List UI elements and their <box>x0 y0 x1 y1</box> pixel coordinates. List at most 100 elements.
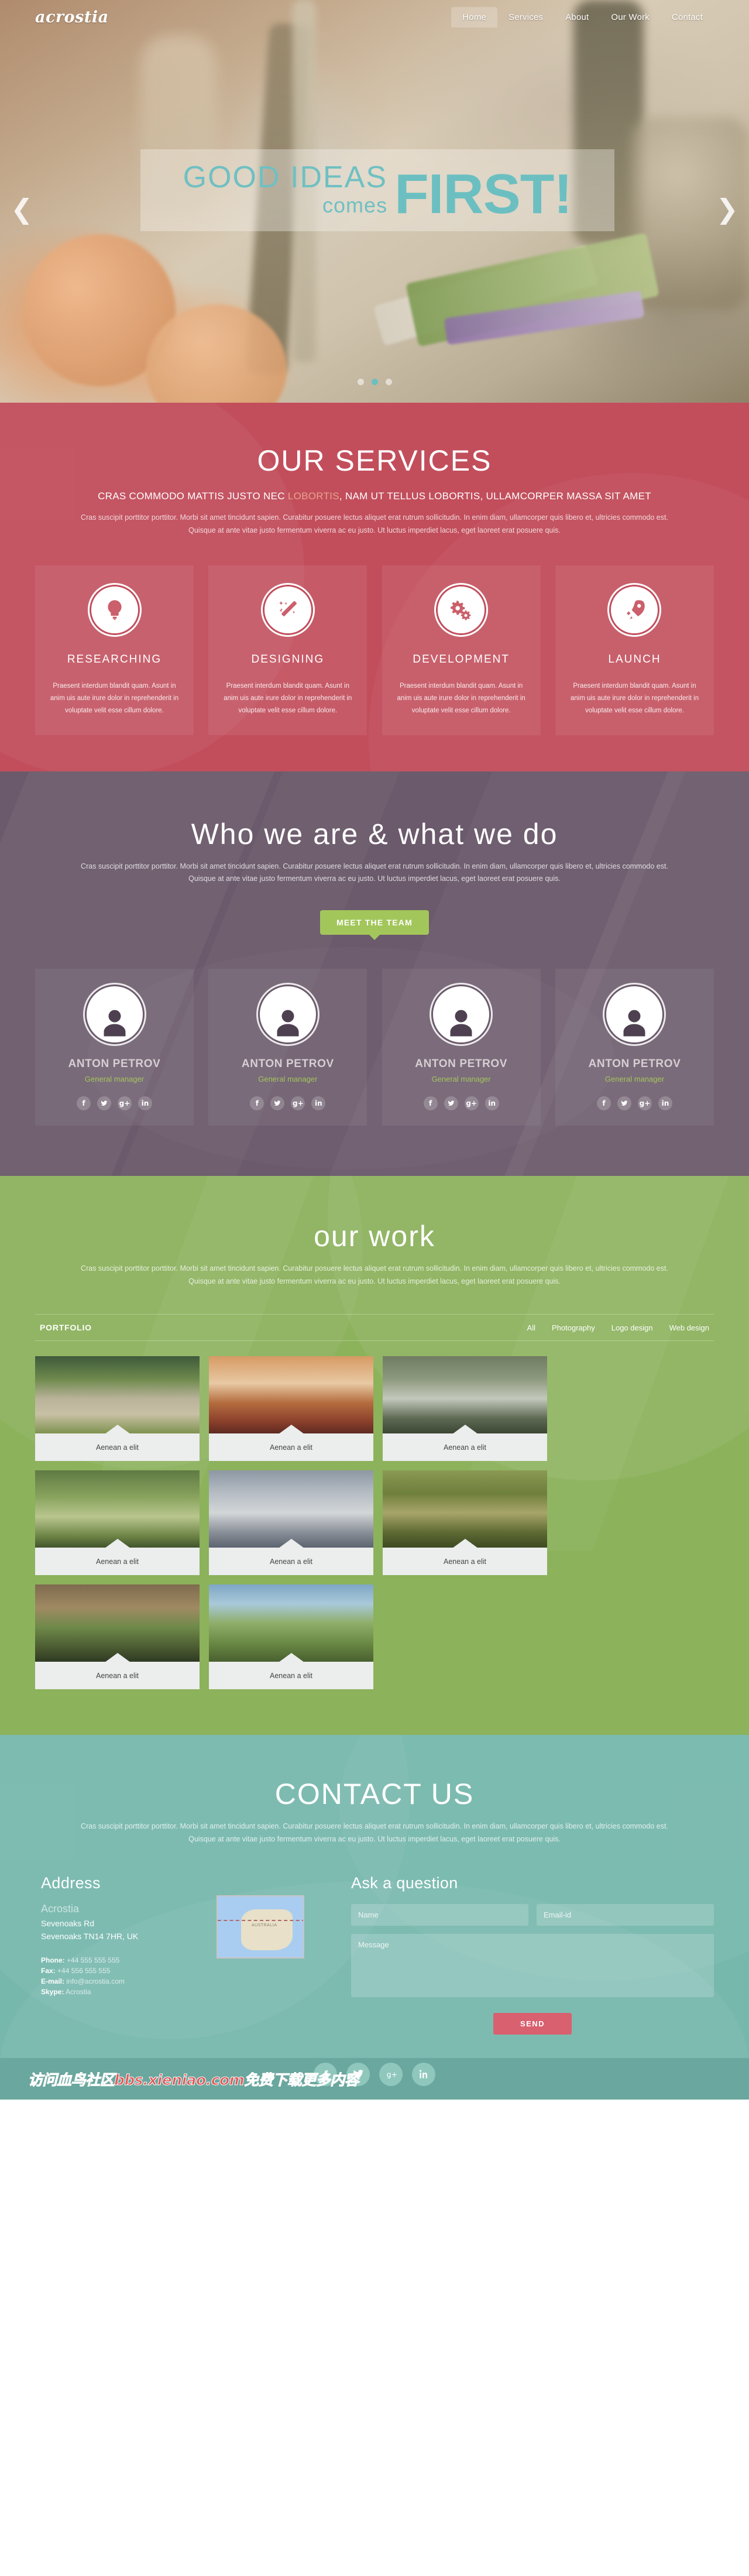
service-text: Praesent interdum blandit quam. Asunt in… <box>50 682 179 715</box>
nav-item-home[interactable]: Home <box>451 6 498 28</box>
google-plus-icon[interactable]: g+ <box>291 1096 305 1111</box>
fax-label: Fax: <box>41 1966 56 1975</box>
twitter-icon[interactable] <box>617 1096 631 1111</box>
watermark-text: 访问血鸟社区bbs.xieniao.com免费下载更多内容 <box>28 2071 359 2088</box>
form-heading: Ask a question <box>351 1874 458 1892</box>
contact-paragraph: Cras suscipit porttitor porttitor. Morbi… <box>81 1822 668 1843</box>
magic-wand-icon <box>264 586 311 633</box>
site-logo[interactable]: acrostia <box>35 8 109 26</box>
team-member-card[interactable]: ANTON PETROV General manager f g+ in <box>382 969 541 1126</box>
team-member-card[interactable]: ANTON PETROV General manager f g+ in <box>555 969 714 1126</box>
slider-dot-1[interactable] <box>357 379 364 385</box>
team-member-card[interactable]: ANTON PETROV General manager f g+ in <box>208 969 367 1126</box>
google-plus-icon[interactable]: g+ <box>637 1096 652 1111</box>
email-input[interactable] <box>537 1903 714 1926</box>
skype-value: Acrostia <box>66 1987 91 1996</box>
linkedin-icon[interactable]: in <box>658 1096 672 1111</box>
portfolio-thumbnail[interactable] <box>209 1356 373 1434</box>
linkedin-icon[interactable]: in <box>485 1096 499 1111</box>
linkedin-icon[interactable]: in <box>311 1096 326 1111</box>
team-section: Who we are & what we do Cras suscipit po… <box>0 771 749 1176</box>
portfolio-item[interactable]: Aenean a elit <box>383 1470 547 1576</box>
facebook-icon[interactable]: f <box>250 1096 264 1111</box>
member-socials: f g+ in <box>566 1096 703 1111</box>
work-paragraph: Cras suscipit porttitor porttitor. Morbi… <box>81 1264 668 1286</box>
filter-web-design[interactable]: Web design <box>669 1323 709 1332</box>
portfolio-filters: All Photography Logo design Web design <box>527 1323 709 1332</box>
twitter-icon[interactable] <box>270 1096 285 1111</box>
contact-section: CONTACT US Cras suscipit porttitor portt… <box>0 1735 749 2058</box>
filter-all[interactable]: All <box>527 1323 535 1332</box>
portfolio-item[interactable]: Aenean a elit <box>209 1356 373 1462</box>
skype-row: Skype: Acrostia <box>41 1988 339 1996</box>
filter-logo-design[interactable]: Logo design <box>611 1323 653 1332</box>
portfolio-item[interactable]: Aenean a elit <box>209 1584 373 1690</box>
message-textarea[interactable] <box>351 1933 714 1997</box>
team-title: Who we are & what we do <box>191 817 558 850</box>
filter-photography[interactable]: Photography <box>552 1323 595 1332</box>
portfolio-thumbnail[interactable] <box>209 1584 373 1662</box>
portfolio-thumbnail[interactable] <box>209 1470 373 1548</box>
slider-dot-2[interactable] <box>371 379 378 385</box>
member-role: General manager <box>604 1075 665 1084</box>
hero-line-2: comes <box>322 193 388 218</box>
service-card-designing[interactable]: DESIGNING Praesent interdum blandit quam… <box>208 565 367 735</box>
meet-the-team-button[interactable]: MEET THE TEAM <box>320 910 429 935</box>
service-card-researching[interactable]: RESEARCHING Praesent interdum blandit qu… <box>35 565 194 735</box>
portfolio-item[interactable]: Aenean a elit <box>35 1584 200 1690</box>
facebook-icon[interactable]: f <box>596 1096 611 1111</box>
portfolio-thumbnail[interactable] <box>383 1470 547 1548</box>
portfolio-thumbnail[interactable] <box>35 1356 200 1434</box>
service-text: Praesent interdum blandit quam. Asunt in… <box>397 682 525 715</box>
portfolio-item[interactable]: Aenean a elit <box>209 1470 373 1576</box>
portfolio-thumbnail[interactable] <box>35 1584 200 1662</box>
service-text: Praesent interdum blandit quam. Asunt in… <box>224 682 352 715</box>
google-plus-icon[interactable]: g+ <box>379 2062 403 2086</box>
service-card-development[interactable]: DEVELOPMENT Praesent interdum blandit qu… <box>382 565 541 735</box>
service-title: RESEARCHING <box>67 653 162 666</box>
facebook-icon[interactable]: f <box>77 1096 91 1111</box>
portfolio-thumbnail[interactable] <box>35 1470 200 1548</box>
service-card-launch[interactable]: LAUNCH Praesent interdum blandit quam. A… <box>555 565 714 735</box>
portfolio-caption: Aenean a elit <box>444 1558 486 1566</box>
lightbulb-icon <box>91 586 138 633</box>
location-map[interactable]: AUSTRALIA <box>217 1895 304 1958</box>
services-grid: RESEARCHING Praesent interdum blandit qu… <box>35 565 714 735</box>
rocket-icon <box>611 586 658 633</box>
email-value[interactable]: info@acrostia.com <box>66 1977 125 1985</box>
portfolio-item[interactable]: Aenean a elit <box>35 1356 200 1462</box>
twitter-icon[interactable] <box>97 1096 111 1111</box>
facebook-icon[interactable]: f <box>423 1096 438 1111</box>
services-subtitle-highlight: LOBORTIS <box>287 490 339 502</box>
linkedin-icon[interactable] <box>412 2062 435 2086</box>
linkedin-icon[interactable]: in <box>138 1096 152 1111</box>
team-member-card[interactable]: ANTON PETROV General manager f g+ in <box>35 969 194 1126</box>
google-plus-icon[interactable]: g+ <box>464 1096 479 1111</box>
portfolio-thumbnail[interactable] <box>383 1356 547 1434</box>
send-button[interactable]: SEND <box>493 2012 572 2035</box>
nav-item-our-work[interactable]: Our Work <box>600 7 661 28</box>
address-block: Address Acrostia Sevenoaks Rd Sevenoaks … <box>35 1874 339 2035</box>
member-name: ANTON PETROV <box>415 1058 508 1071</box>
nav-item-contact[interactable]: Contact <box>661 7 714 28</box>
phone-value: +44 555 555 555 <box>67 1956 120 1964</box>
twitter-icon[interactable] <box>444 1096 458 1111</box>
contact-title: CONTACT US <box>274 1778 475 1811</box>
google-plus-icon[interactable]: g+ <box>118 1096 132 1111</box>
slider-next-icon[interactable]: ❯ <box>716 193 738 225</box>
map-label: AUSTRALIA <box>252 1923 277 1927</box>
address-heading: Address <box>41 1874 101 1892</box>
svg-text:g+: g+ <box>386 2070 396 2079</box>
contact-details: Phone: +44 555 555 555 Fax: +44 556 555 … <box>41 1956 339 1996</box>
name-input[interactable] <box>351 1903 528 1926</box>
site-footer: g+ 访问血鸟社区bbs.xieniao.com免费下载更多内容 <box>0 2057 749 2100</box>
nav-item-about[interactable]: About <box>554 7 600 28</box>
portfolio-item[interactable]: Aenean a elit <box>383 1356 547 1462</box>
fax-row: Fax: +44 556 555 555 <box>41 1967 339 1975</box>
email-row: E-mail: info@acrostia.com <box>41 1977 339 1985</box>
portfolio-item[interactable]: Aenean a elit <box>35 1470 200 1576</box>
nav-item-services[interactable]: Services <box>497 7 554 28</box>
slider-prev-icon[interactable]: ❮ <box>11 193 33 225</box>
member-socials: f g+ in <box>393 1096 530 1111</box>
slider-dot-3[interactable] <box>385 379 392 385</box>
